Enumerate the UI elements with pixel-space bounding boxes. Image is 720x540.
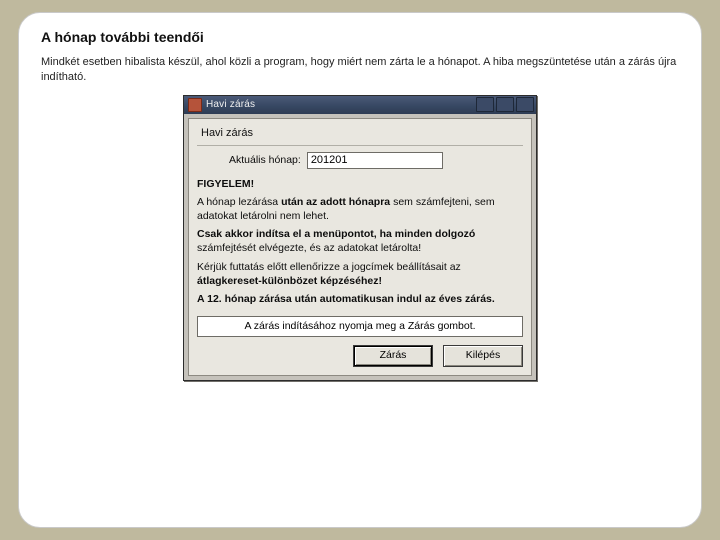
button-row: Zárás Kilépés: [197, 345, 523, 367]
warn-1a: A hónap lezárása: [197, 196, 281, 208]
minimize-button[interactable]: [476, 97, 494, 112]
card-body-text: Mindkét esetben hibalista készül, ahol k…: [41, 55, 679, 85]
current-month-input[interactable]: 201201: [307, 152, 443, 169]
warn-2b: számfejtését elvégezte, és az adatokat l…: [197, 242, 421, 254]
warn-heading: FIGYELEM!: [197, 178, 254, 190]
card-title: A hónap további teendői: [41, 29, 679, 45]
exit-button[interactable]: Kilépés: [443, 345, 523, 367]
warning-text: FIGYELEM! A hónap lezárása után az adott…: [197, 177, 523, 306]
current-month-row: Aktuális hónap: 201201: [197, 152, 523, 169]
maximize-button[interactable]: [496, 97, 514, 112]
dialog-heading: Havi zárás: [197, 125, 523, 146]
dialog-body: Havi zárás Aktuális hónap: 201201 FIGYEL…: [188, 118, 532, 376]
warn-1b: után az adott hónapra: [281, 196, 390, 208]
warn-2a: Csak akkor indítsa el a menüpontot, ha m…: [197, 228, 475, 240]
warn-4: A 12. hónap zárása után automatikusan in…: [197, 293, 495, 305]
app-icon: [188, 98, 202, 112]
dialog-titlebar-text: Havi zárás: [206, 99, 474, 110]
prompt-box: A zárás indításához nyomja meg a Zárás g…: [197, 316, 523, 337]
close-button[interactable]: [516, 97, 534, 112]
warn-3b: átlagkereset-különbözet képzéséhez!: [197, 275, 382, 287]
embedded-dialog: Havi zárás Havi zárás Aktuális hónap: 20…: [183, 95, 537, 381]
doc-card: A hónap további teendői Mindkét esetben …: [18, 12, 702, 528]
current-month-label: Aktuális hónap:: [229, 154, 301, 166]
dialog-titlebar: Havi zárás: [184, 96, 536, 114]
warn-3a: Kérjük futtatás előtt ellenőrizze a jogc…: [197, 261, 461, 273]
close-month-button[interactable]: Zárás: [353, 345, 433, 367]
